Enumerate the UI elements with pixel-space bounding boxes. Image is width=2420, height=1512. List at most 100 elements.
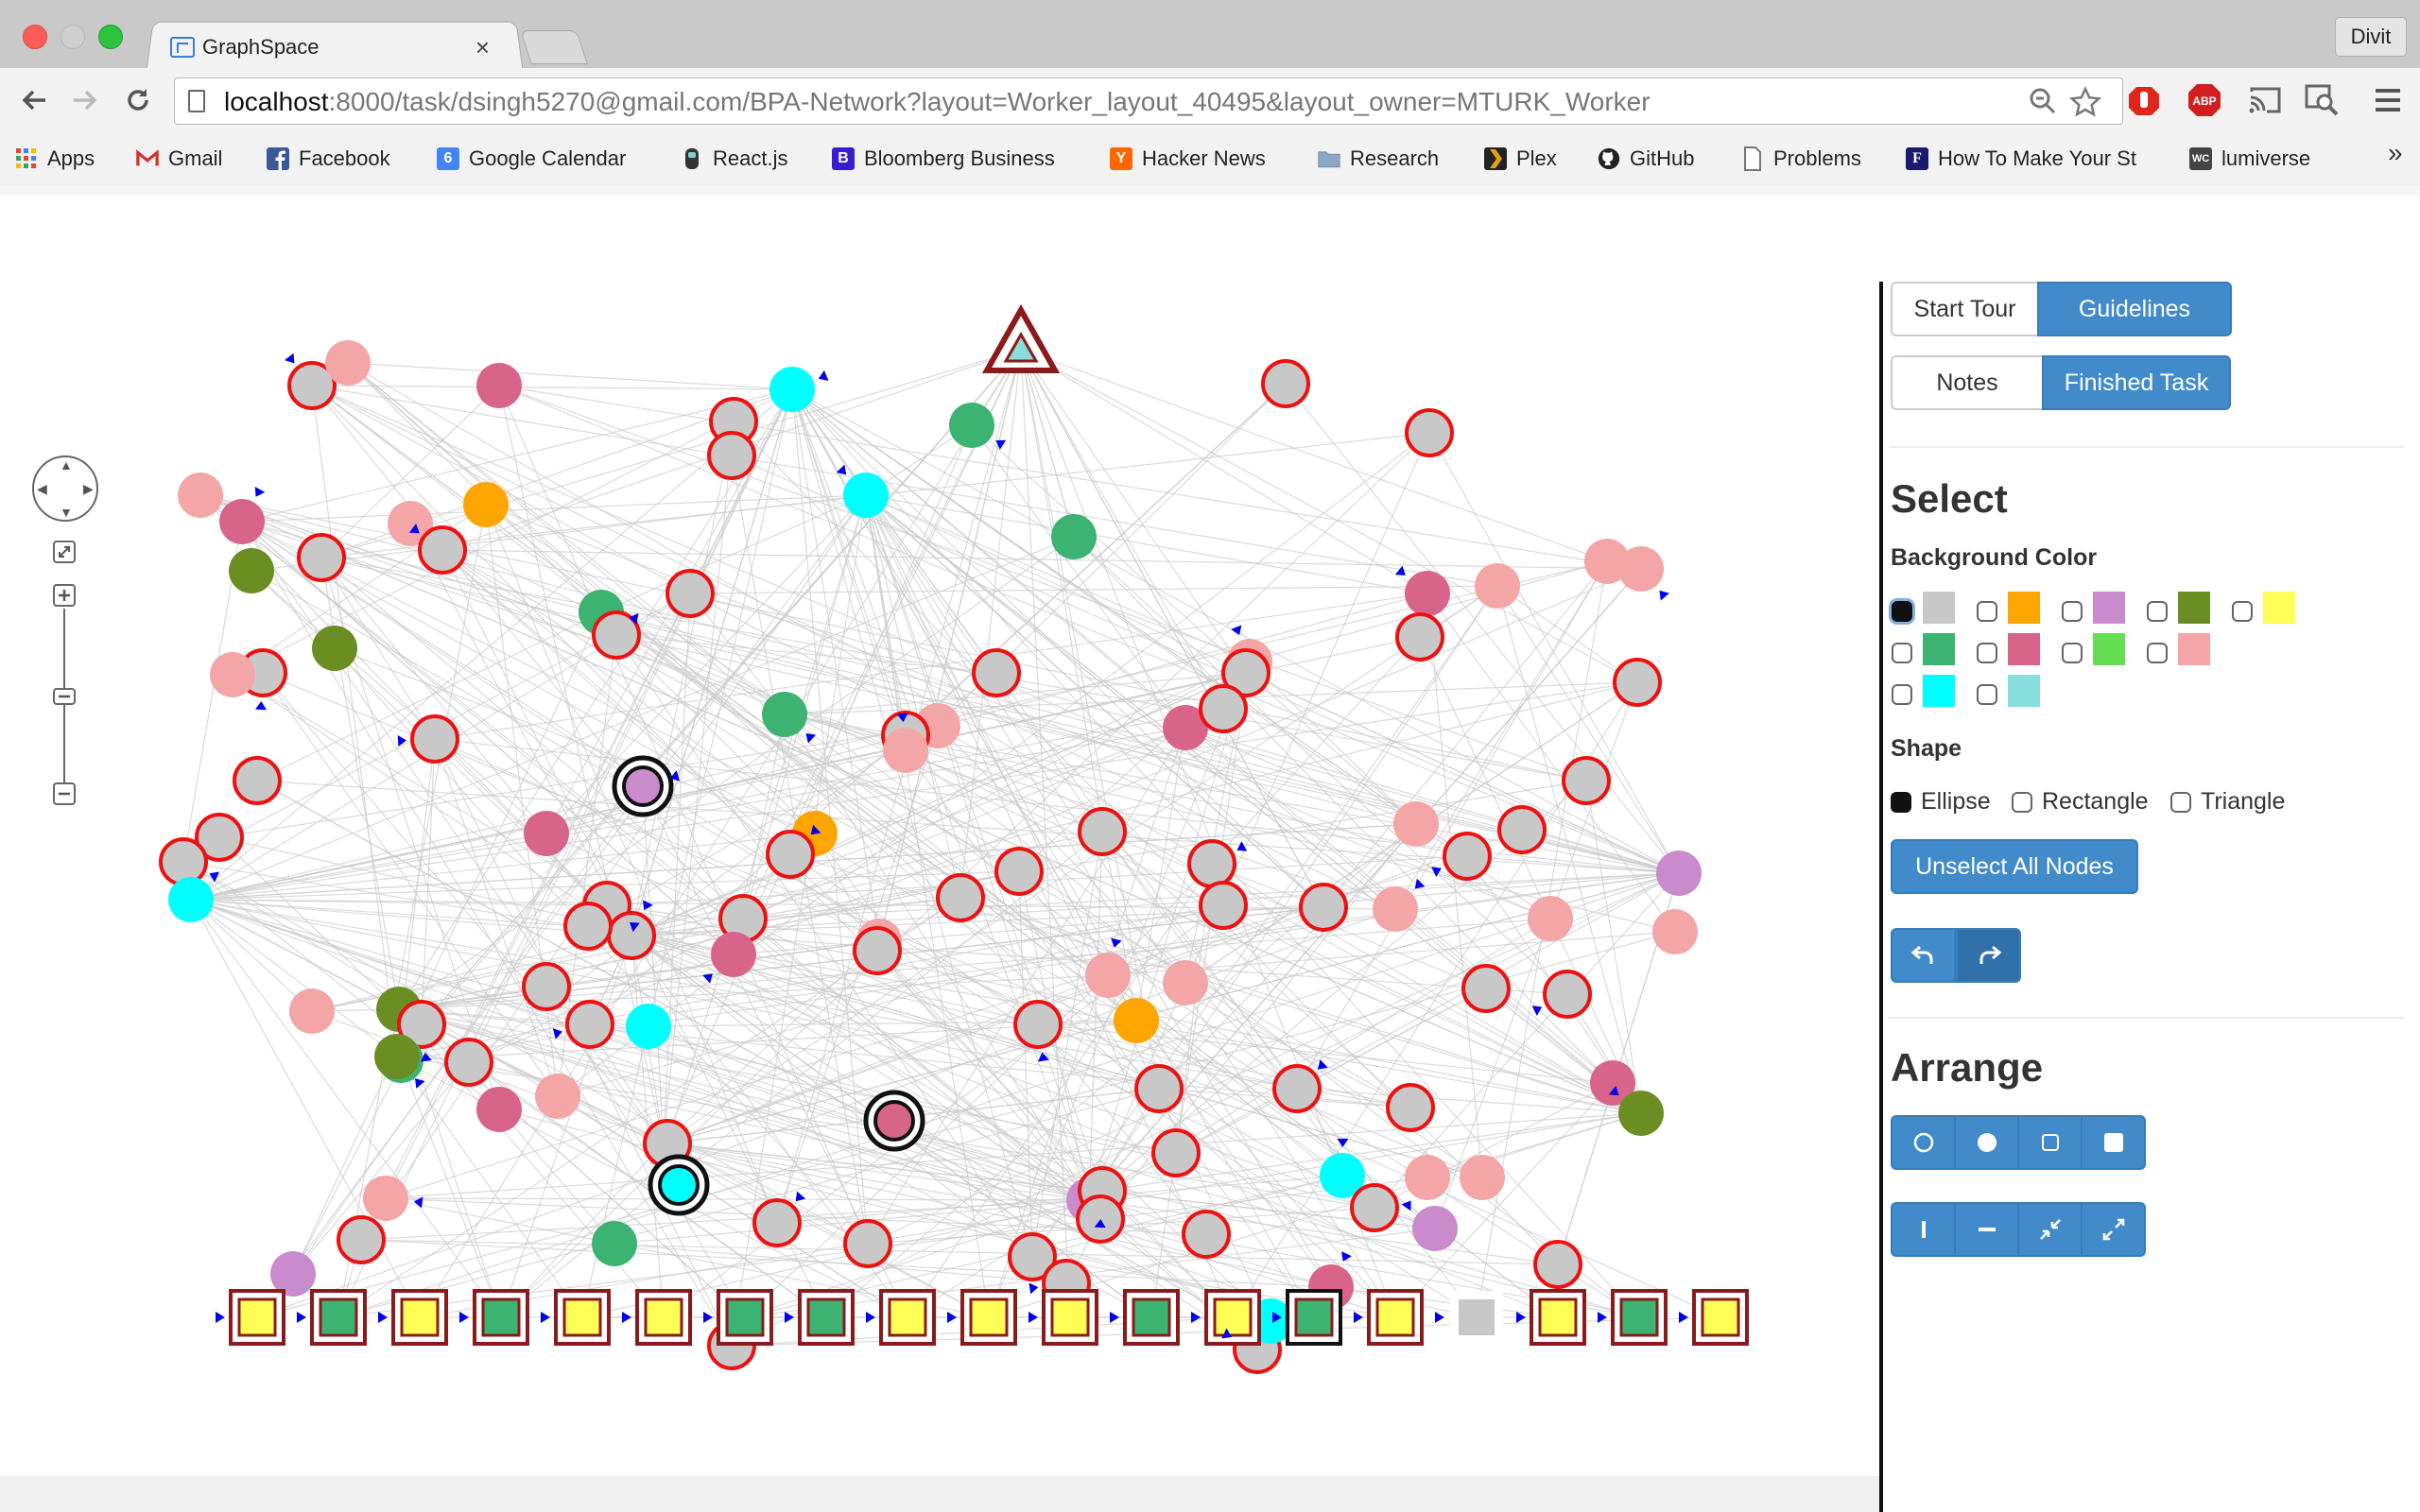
graph-square-node[interactable] [1692,1289,1749,1346]
bookmark-forbes-article[interactable]: F How To Make Your St [1906,140,2155,178]
cast-icon[interactable] [2246,81,2284,119]
arrange-concentric-button[interactable] [1954,1115,2019,1170]
graph-square-node[interactable] [473,1289,529,1346]
graph-node[interactable] [843,472,889,518]
graph-node[interactable] [178,472,223,518]
graph-node[interactable] [1085,953,1131,998]
color-swatch-lavender[interactable] [2093,592,2125,624]
graph-node[interactable] [1373,886,1418,932]
graph-node[interactable] [1393,801,1439,847]
bookmark-problems[interactable]: Problems [1741,140,1861,178]
graph-node[interactable] [1533,1240,1582,1289]
arrange-grid-button[interactable] [2017,1115,2083,1170]
guidelines-button[interactable]: Guidelines [2037,282,2232,336]
color-checkbox-teal[interactable] [1977,684,1997,705]
graph-square-node[interactable] [798,1289,855,1346]
graph-node[interactable] [159,837,208,886]
graph-node[interactable] [666,569,715,618]
color-checkbox-olive[interactable] [2147,601,2168,622]
graph-node[interactable] [1652,909,1698,954]
pan-control[interactable]: ▲ ▼ ◀ ▶ [32,455,98,522]
graph-node[interactable] [1114,998,1159,1043]
graph-node[interactable] [1405,571,1450,616]
selected-graph-node[interactable] [863,1090,925,1152]
back-arrow-icon[interactable] [13,79,55,121]
graph-square-node[interactable] [1123,1289,1180,1346]
graph-node[interactable] [565,1000,614,1049]
graph-square-node[interactable] [1204,1289,1261,1346]
graph-node[interactable] [1199,881,1248,930]
graph-node[interactable] [972,648,1021,697]
graph-square-node[interactable] [960,1289,1017,1346]
graph-node[interactable] [1299,883,1348,932]
zoom-magnifier-icon[interactable] [2028,86,2058,124]
graph-node[interactable] [1618,546,1664,592]
graph-node[interactable] [1562,756,1611,805]
finished-task-button[interactable]: Finished Task [2042,355,2231,410]
graph-node[interactable] [843,1219,892,1268]
graph-node[interactable] [1386,1083,1435,1132]
graph-node[interactable] [337,1215,386,1264]
arrange-horizontal-button[interactable] [1954,1202,2019,1257]
color-checkbox-green[interactable] [1892,643,1912,663]
zoom-out-icon[interactable] [53,782,76,805]
graph-node[interactable] [711,932,756,977]
graph-node[interactable] [994,847,1044,896]
bookmark-star-icon[interactable] [2068,85,2102,126]
graph-node[interactable] [374,1034,420,1079]
graph-square-node[interactable] [310,1289,367,1346]
chrome-menu-icon[interactable] [2369,81,2407,119]
graph-node[interactable] [444,1038,493,1087]
graph-node[interactable] [1412,1206,1458,1251]
shape-option-rectangle[interactable]: Rectangle [2012,788,2149,816]
graph-node[interactable] [312,626,357,671]
bookmark-lumiverse[interactable]: WC lumiverse [2189,140,2310,178]
pan-up-icon[interactable]: ▲ [60,457,73,472]
graph-node[interactable] [522,962,571,1011]
graph-node[interactable] [476,363,522,408]
graph-node[interactable] [1261,359,1310,408]
graph-node[interactable] [168,877,214,922]
adblock-plus-icon[interactable]: ABP [2186,81,2223,119]
graph-node[interactable] [762,692,807,737]
pan-left-icon[interactable]: ◀ [37,481,47,497]
graph-node[interactable] [592,1221,637,1266]
graph-node[interactable] [1613,658,1662,707]
color-swatch-olive[interactable] [2178,592,2210,624]
bookmark-gmail[interactable]: Gmail [136,140,222,178]
graph-node[interactable] [1350,1183,1399,1232]
graph-node[interactable] [229,548,274,593]
graph-node[interactable] [1151,1128,1201,1177]
close-window-button[interactable] [23,25,47,49]
bookmarks-overflow-chevron-icon[interactable]: » [2388,138,2403,168]
graph-node[interactable] [752,1198,802,1247]
color-checkbox-orange[interactable] [1977,601,1997,622]
graph-node[interactable] [1187,839,1236,888]
graph-node[interactable] [219,499,265,544]
graph-node[interactable] [297,533,346,582]
graph-node[interactable] [1543,970,1592,1019]
graph-node[interactable] [883,728,928,773]
redo-button[interactable] [1956,928,2021,983]
graph-square-node[interactable] [229,1289,285,1346]
graph-square-node[interactable] [1286,1289,1342,1346]
fit-view-icon[interactable] [53,541,76,563]
color-swatch-green[interactable] [1923,633,1955,665]
color-checkbox-lightgreen[interactable] [2062,643,2083,663]
minimize-window-button[interactable] [60,25,85,49]
address-bar[interactable]: localhost:8000/task/dsingh5270@gmail.com… [174,77,2123,125]
graph-node[interactable] [1405,408,1454,457]
color-swatch-pink[interactable] [2008,633,2040,665]
color-swatch-lightgreen[interactable] [2093,633,2125,665]
arrange-grid-filled-button[interactable] [2081,1115,2146,1170]
bookmark-google-calendar[interactable]: 6 Google Calendar [437,140,626,178]
color-swatch-cyan[interactable] [1923,675,1955,707]
graph-node[interactable] [1182,1210,1231,1259]
color-swatch-yellow[interactable] [2263,592,2295,624]
graph-square-node[interactable] [1450,1291,1503,1344]
graph-node[interactable] [1618,1091,1664,1136]
color-swatch-salmon[interactable] [2178,633,2210,665]
compress-button[interactable] [2017,1202,2083,1257]
graph-square-node[interactable] [554,1289,611,1346]
graph-node[interactable] [1163,960,1208,1005]
